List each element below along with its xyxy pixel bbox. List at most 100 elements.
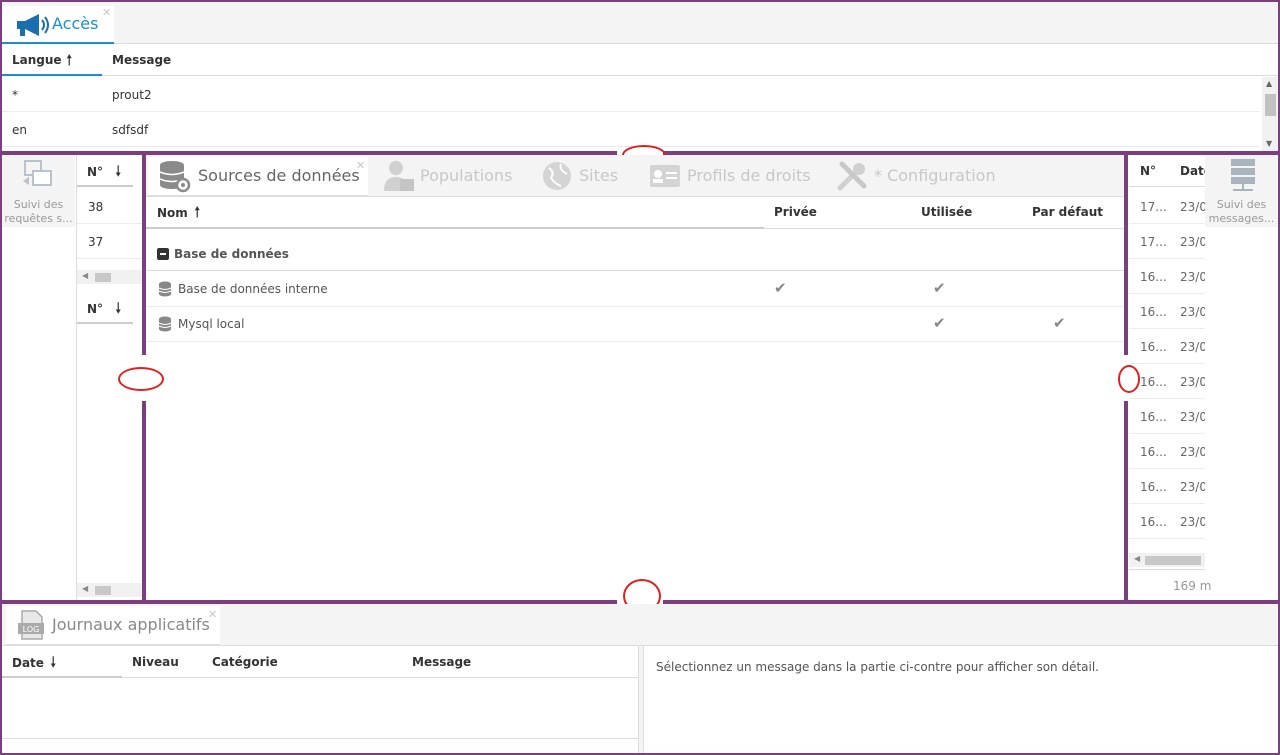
tab-populations[interactable]: Populations bbox=[382, 157, 522, 197]
close-icon[interactable]: ✕ bbox=[102, 6, 111, 19]
group-label: Base de données bbox=[174, 247, 289, 261]
table-row[interactable]: 16... 23/0 bbox=[1129, 469, 1205, 504]
tab-sites[interactable]: Sites bbox=[541, 157, 631, 197]
tab-configuration[interactable]: * Configuration bbox=[836, 157, 1006, 197]
svg-text:LOG: LOG bbox=[23, 625, 40, 634]
table-row[interactable]: Mysql local ✔ ✔ bbox=[146, 307, 1124, 342]
check-icon: ✔ bbox=[933, 279, 946, 297]
scroll-down-icon[interactable]: ▼ bbox=[1266, 139, 1272, 148]
log-scrollbar[interactable] bbox=[2, 738, 638, 752]
pager-count: 169 m bbox=[1173, 579, 1212, 593]
cell-date: 23/0 bbox=[1180, 515, 1205, 529]
table-row[interactable]: 16... 23/0 bbox=[1129, 364, 1205, 399]
table-row[interactable]: 16... 23/0 bbox=[1129, 294, 1205, 329]
tab-acces-label: Accès bbox=[52, 14, 99, 33]
column-no: N° bbox=[87, 165, 104, 179]
table-row[interactable]: en sdfsdf bbox=[2, 112, 1260, 147]
right-rail[interactable]: Suivi des messages... bbox=[1205, 155, 1278, 227]
scroll-thumb[interactable] bbox=[95, 586, 111, 595]
database-gear-icon bbox=[158, 159, 192, 196]
column-privee[interactable]: Privée bbox=[774, 205, 817, 219]
horizontal-scrollbar[interactable]: ◀ bbox=[1129, 553, 1205, 567]
list-item[interactable]: 37 bbox=[77, 224, 143, 259]
scroll-left-icon[interactable]: ◀ bbox=[82, 271, 88, 280]
column-niveau[interactable]: Niveau bbox=[132, 655, 179, 669]
horizontal-scrollbar[interactable]: ◀ bbox=[77, 583, 143, 597]
log-grid-header: Date 🠗 Niveau Catégorie Message bbox=[2, 646, 638, 678]
cell-date: 23/0 bbox=[1180, 235, 1205, 249]
column-langue[interactable]: Langue 🠕 bbox=[2, 44, 102, 76]
table-row[interactable]: 16... 23/0 bbox=[1129, 399, 1205, 434]
tools-icon bbox=[836, 160, 868, 195]
left-rail[interactable]: Suivi des requêtes s... bbox=[2, 155, 75, 227]
cell-date: 23/0 bbox=[1180, 200, 1205, 214]
center-grid-header: Nom 🠕 Privée Utilisée Par défaut bbox=[146, 197, 1124, 229]
users-icon bbox=[382, 159, 416, 196]
table-row[interactable]: 16... 23/0 bbox=[1129, 329, 1205, 364]
sort-up-icon: 🠕 bbox=[66, 51, 73, 69]
table-row[interactable]: 17... 23/0 bbox=[1129, 224, 1205, 259]
cell-date: 23/0 bbox=[1180, 375, 1205, 389]
cell-date: 23/0 bbox=[1180, 410, 1205, 424]
close-icon[interactable]: ✕ bbox=[356, 159, 365, 172]
column-nom-label: Nom bbox=[157, 206, 188, 220]
column-nom[interactable]: Nom 🠕 bbox=[146, 197, 764, 229]
table-row[interactable]: 17... 23/0 bbox=[1129, 189, 1205, 224]
database-icon bbox=[158, 316, 172, 335]
list-item[interactable]: 38 bbox=[77, 189, 143, 224]
scroll-left-icon[interactable]: ◀ bbox=[82, 584, 88, 593]
cell-no: 16... bbox=[1140, 375, 1167, 389]
scroll-thumb[interactable] bbox=[1145, 556, 1201, 565]
cell-date: 23/0 bbox=[1180, 480, 1205, 494]
database-icon bbox=[158, 281, 172, 300]
id-card-icon bbox=[649, 164, 681, 193]
column-categorie[interactable]: Catégorie bbox=[212, 655, 278, 669]
requests-monitor-icon bbox=[21, 159, 55, 194]
megaphone-icon bbox=[14, 12, 50, 41]
cell-date: 23/0 bbox=[1180, 270, 1205, 284]
vertical-scrollbar[interactable]: ▲ ▼ bbox=[1262, 77, 1278, 152]
table-row[interactable]: Base de données interne ✔ ✔ bbox=[146, 272, 1124, 307]
horizontal-scrollbar[interactable]: ◀ bbox=[77, 270, 143, 284]
tab-label: Populations bbox=[420, 166, 513, 185]
tab-label: Journaux applicatifs bbox=[52, 615, 210, 634]
cell-date: 23/0 bbox=[1180, 340, 1205, 354]
right-rail-label: Suivi des messages... bbox=[1208, 198, 1275, 225]
collapse-icon[interactable] bbox=[157, 248, 169, 260]
cell-no: 37 bbox=[88, 235, 104, 249]
cell-message: prout2 bbox=[112, 88, 152, 102]
scroll-thumb[interactable] bbox=[1265, 94, 1276, 116]
table-row[interactable]: * prout2 bbox=[2, 77, 1260, 112]
tab-label: Sources de données bbox=[198, 166, 360, 185]
column-message[interactable]: Message bbox=[112, 53, 171, 67]
left-grid-header[interactable]: N° 🠗 bbox=[77, 155, 133, 187]
tab-sources-de-donnees[interactable]: Sources de données ✕ bbox=[148, 157, 368, 197]
scroll-thumb[interactable] bbox=[95, 273, 111, 282]
top-panel: Accès ✕ Langue 🠕 Message * prout2 en sdf… bbox=[0, 0, 1280, 152]
table-row[interactable]: 16... 23/0 bbox=[1129, 434, 1205, 469]
column-date[interactable]: Date 🠗 bbox=[2, 646, 122, 678]
right-grid: N° Date 17...23/017...23/0 16... 23/0 16...… bbox=[1129, 155, 1211, 600]
sort-up-icon: 🠕 bbox=[194, 203, 201, 221]
tab-label: Sites bbox=[579, 166, 619, 185]
column-par-defaut[interactable]: Par défaut bbox=[1032, 205, 1103, 219]
column-no[interactable]: N° bbox=[1140, 164, 1156, 178]
column-date-label: Date bbox=[12, 656, 44, 670]
column-utilisee[interactable]: Utilisée bbox=[921, 205, 972, 219]
cell-no: 16... bbox=[1140, 305, 1167, 319]
cell-no: 16... bbox=[1140, 515, 1167, 529]
tab-acces[interactable]: Accès ✕ bbox=[2, 6, 114, 44]
table-row[interactable]: 16... 23/0 bbox=[1129, 504, 1205, 539]
cell-no: 16... bbox=[1140, 480, 1167, 494]
column-message[interactable]: Message bbox=[412, 655, 471, 669]
group-row[interactable]: Base de données bbox=[146, 239, 1124, 271]
top-tabbar bbox=[2, 2, 1278, 44]
table-row[interactable]: 16... 23/0 bbox=[1129, 259, 1205, 294]
left-grid2-header[interactable]: N° 🠗 bbox=[77, 292, 133, 324]
scroll-left-icon[interactable]: ◀ bbox=[1134, 554, 1140, 563]
scroll-up-icon[interactable]: ▲ bbox=[1266, 79, 1272, 88]
close-icon[interactable]: ✕ bbox=[208, 608, 217, 621]
tab-journaux-applicatifs[interactable]: LOG Journaux applicatifs ✕ bbox=[6, 606, 220, 646]
column-date[interactable]: Date bbox=[1180, 164, 1205, 178]
tab-profils-de-droits[interactable]: Profils de droits bbox=[649, 157, 819, 197]
